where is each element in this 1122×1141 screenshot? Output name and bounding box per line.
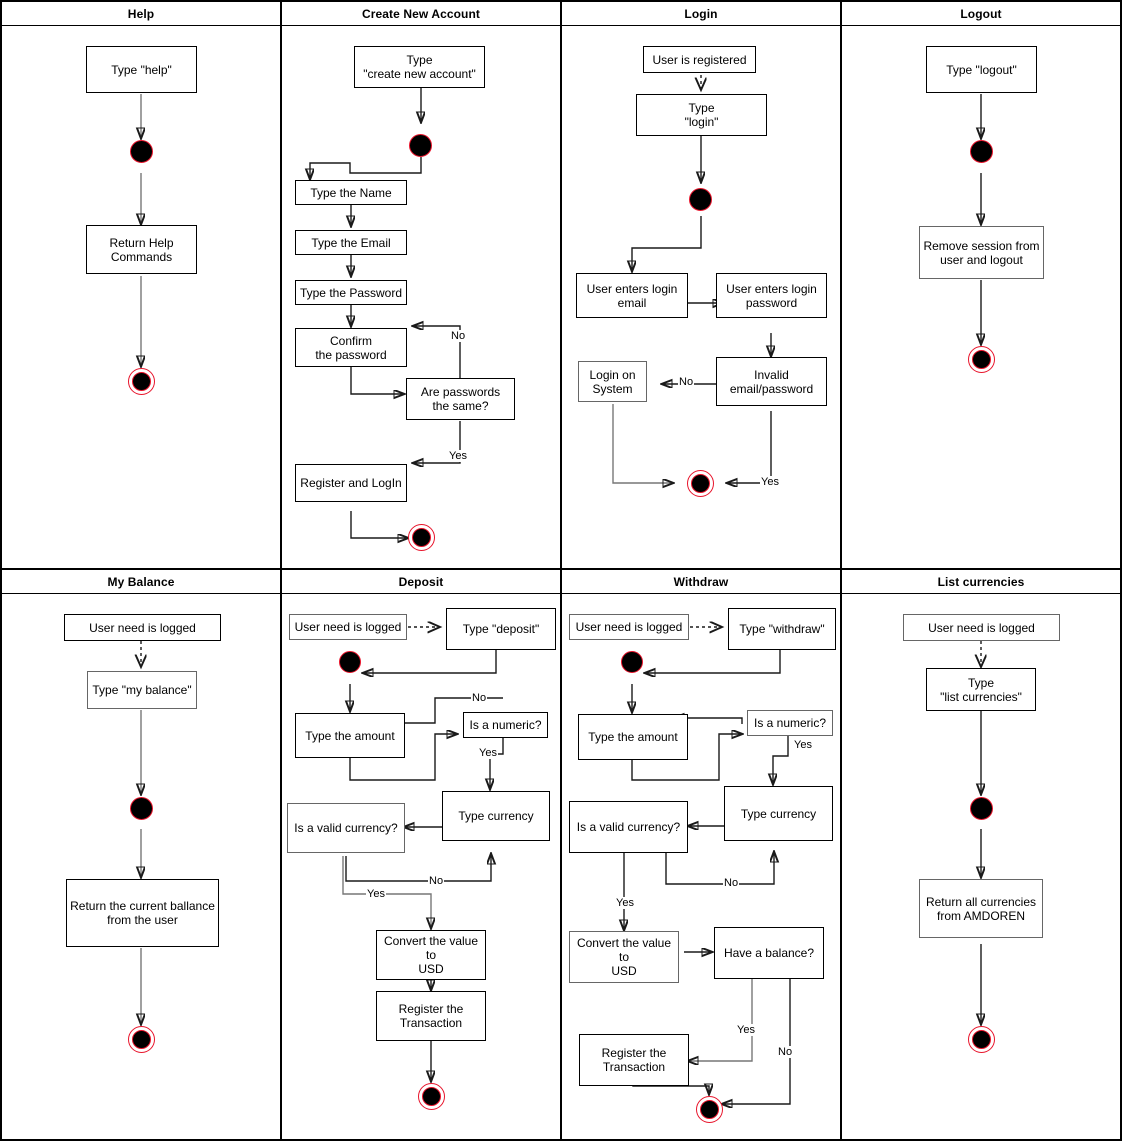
edge-label-no-passwords: No [450,330,467,342]
panel-create-new-account: Create New Account Type "create new acco… [282,2,560,568]
node-type-list-currencies[interactable]: Type "list currencies" [926,668,1036,711]
initial-node-help[interactable] [130,140,153,163]
final-node-help[interactable] [128,368,155,395]
node-type-withdraw[interactable]: Type "withdraw" [728,608,836,650]
node-user-is-registered[interactable]: User is registered [643,46,756,73]
panel-list-currencies: List currencies User need is logged Type… [842,570,1120,1139]
initial-node-withdraw[interactable] [621,651,643,673]
edge-label-yes-numeric-deposit: Yes [478,747,498,759]
deposit-connectors [342,594,504,1139]
panel-body-login: User is registered Type "login" User ent… [562,26,840,568]
edge-label-no-numeric-deposit: No [471,692,488,704]
panel-title-help: Help [2,2,280,26]
node-type-currency-withdraw[interactable]: Type currency [724,786,833,841]
node-is-a-numeric-withdraw[interactable]: Is a numeric? [747,710,833,736]
node-is-a-valid-currency-deposit[interactable]: Is a valid currency? [287,803,405,853]
node-user-enters-login-email[interactable]: User enters login email [576,273,688,318]
edge-label-no-currency-withdraw: No [723,877,740,889]
initial-node-create-account[interactable] [409,134,432,157]
edge-label-no-balance-withdraw: No [777,1046,794,1058]
panel-body-list-currencies: User need is logged Type "list currencie… [842,594,1120,1139]
panel-title-deposit: Deposit [282,570,560,594]
initial-node-login[interactable] [689,188,712,211]
node-is-a-valid-currency-withdraw[interactable]: Is a valid currency? [569,801,688,853]
panel-title-logout: Logout [842,2,1120,26]
edge-label-yes-numeric-withdraw: Yes [793,739,813,751]
logout-connectors [842,94,1120,568]
node-type-the-email[interactable]: Type the Email [295,230,407,255]
node-user-need-is-logged-list[interactable]: User need is logged [903,614,1060,641]
final-node-withdraw[interactable] [696,1096,723,1123]
node-user-need-is-logged-withdraw[interactable]: User need is logged [569,614,689,640]
node-convert-the-value-to-usd-deposit[interactable]: Convert the value to USD [376,930,486,980]
node-register-and-login[interactable]: Register and LogIn [295,464,407,502]
panel-body-help: Type "help" Return Help Commands [2,26,280,568]
node-is-a-numeric-deposit[interactable]: Is a numeric? [463,712,548,738]
final-node-login[interactable] [687,470,714,497]
node-login-on-system[interactable]: Login on System [578,361,647,402]
node-type-the-amount-deposit[interactable]: Type the amount [295,713,405,758]
node-type-deposit[interactable]: Type "deposit" [446,608,556,650]
node-have-a-balance-withdraw[interactable]: Have a balance? [714,927,824,979]
node-user-need-is-logged-balance[interactable]: User need is logged [64,614,221,641]
final-node-create-account[interactable] [408,524,435,551]
final-node-my-balance[interactable] [128,1026,155,1053]
edge-label-yes-balance-withdraw: Yes [736,1024,756,1036]
node-type-login[interactable]: Type "login" [636,94,767,136]
node-confirm-the-password[interactable]: Confirm the password [295,328,407,367]
panel-my-balance: My Balance User need is logged Type "my … [2,570,280,1139]
final-node-logout[interactable] [968,346,995,373]
panel-deposit: Deposit User need is logged Type "deposi… [282,570,560,1139]
final-node-list-currencies[interactable] [968,1026,995,1053]
node-are-passwords-the-same[interactable]: Are passwords the same? [406,378,515,420]
panel-login: Login User is registered Type "login" Us… [562,2,840,568]
panel-body-withdraw: User need is logged Type "withdraw" Type… [562,594,840,1139]
node-register-the-transaction-withdraw[interactable]: Register the Transaction [579,1034,689,1086]
edge-label-yes-invalid: Yes [760,476,780,488]
help-connectors [2,94,280,568]
panel-title-my-balance: My Balance [2,570,280,594]
panel-help: Help Type "help" Return Help Commands [2,2,280,568]
node-remove-session[interactable]: Remove session from user and logout [919,226,1044,279]
node-user-enters-login-password[interactable]: User enters login password [716,273,827,318]
edge-label-yes-passwords: Yes [448,450,468,462]
panel-body-logout: Type "logout" Remove session from user a… [842,26,1120,568]
final-node-deposit[interactable] [418,1083,445,1110]
initial-node-my-balance[interactable] [130,797,153,820]
panel-title-list-currencies: List currencies [842,570,1120,594]
node-type-the-password[interactable]: Type the Password [295,280,407,305]
node-return-all-currencies[interactable]: Return all currencies from AMDOREN [919,879,1043,938]
edge-label-yes-currency-deposit: Yes [366,888,386,900]
activity-diagram-canvas: Help Type "help" Return Help Commands Cr… [0,0,1122,1141]
panel-body-create-new-account: Type "create new account" Type the Name … [282,26,560,568]
initial-node-logout[interactable] [970,140,993,163]
node-convert-the-value-to-usd-withdraw[interactable]: Convert the value to USD [569,931,679,983]
node-type-create-new-account[interactable]: Type "create new account" [354,46,485,88]
panel-title-withdraw: Withdraw [562,570,840,594]
node-type-the-name[interactable]: Type the Name [295,180,407,205]
node-type-help[interactable]: Type "help" [86,46,197,93]
panel-title-create-new-account: Create New Account [282,2,560,26]
panel-body-deposit: User need is logged Type "deposit" Type … [282,594,560,1139]
initial-node-list-currencies[interactable] [970,797,993,820]
edge-label-no-currency-deposit: No [428,875,445,887]
node-type-my-balance[interactable]: Type "my balance" [87,671,197,709]
node-type-logout[interactable]: Type "logout" [926,46,1037,93]
panel-title-login: Login [562,2,840,26]
node-return-current-balance[interactable]: Return the current ballance from the use… [66,879,219,947]
node-register-the-transaction-deposit[interactable]: Register the Transaction [376,991,486,1041]
node-type-the-amount-withdraw[interactable]: Type the amount [578,714,688,760]
panel-withdraw: Withdraw User need is logged Type "withd… [562,570,840,1139]
panel-logout: Logout Type "logout" Remove session from… [842,2,1120,568]
initial-node-deposit[interactable] [339,651,361,673]
panel-body-my-balance: User need is logged Type "my balance" Re… [2,594,280,1139]
node-user-need-is-logged-deposit[interactable]: User need is logged [289,614,407,640]
node-return-help-commands[interactable]: Return Help Commands [86,225,197,274]
edge-label-no-invalid: No [678,376,695,388]
node-type-currency-deposit[interactable]: Type currency [442,791,550,841]
node-invalid-email-password[interactable]: Invalid email/password [716,357,827,406]
edge-label-yes-currency-withdraw: Yes [615,897,635,909]
